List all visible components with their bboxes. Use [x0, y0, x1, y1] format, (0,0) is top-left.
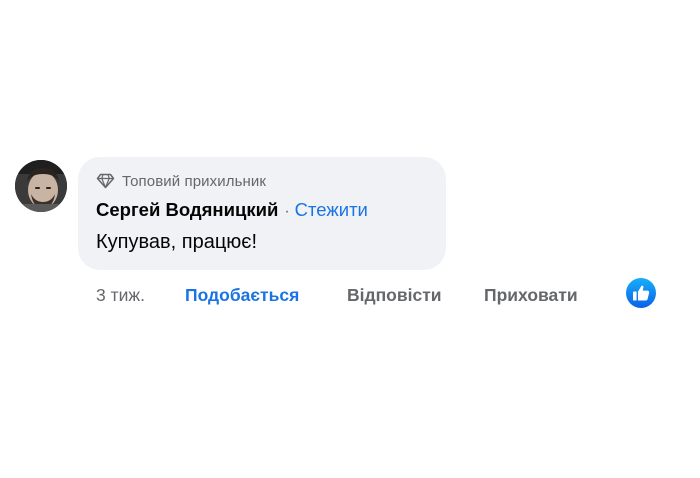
like-button[interactable]: Подобається — [185, 283, 299, 307]
separator-dot: · — [284, 203, 290, 220]
user-avatar-icon — [15, 160, 67, 212]
avatar[interactable] — [15, 160, 67, 212]
author-row: Сергей Водяницкий · Стежити — [96, 199, 368, 221]
reply-button[interactable]: Відповісти — [347, 283, 442, 307]
top-fan-badge: Топовий прихильник — [96, 170, 266, 192]
comment-timestamp[interactable]: 3 тиж. — [96, 283, 145, 307]
author-name[interactable]: Сергей Водяницкий — [96, 199, 278, 221]
comment-bubble: Топовий прихильник Сергей Водяницкий · С… — [78, 157, 446, 270]
diamond-icon — [96, 173, 115, 189]
badge-label: Топовий прихильник — [122, 172, 267, 190]
comment-text: Купував, працює! — [96, 231, 258, 253]
thumbs-up-icon — [626, 278, 656, 308]
comment-thread: Топовий прихильник Сергей Водяницкий · С… — [0, 0, 700, 478]
comment-actions: 3 тиж. Подобається Відповісти Приховати — [0, 283, 700, 307]
reaction-summary[interactable] — [625, 277, 657, 309]
follow-link[interactable]: Стежити — [295, 199, 368, 221]
hide-button[interactable]: Приховати — [484, 283, 578, 307]
